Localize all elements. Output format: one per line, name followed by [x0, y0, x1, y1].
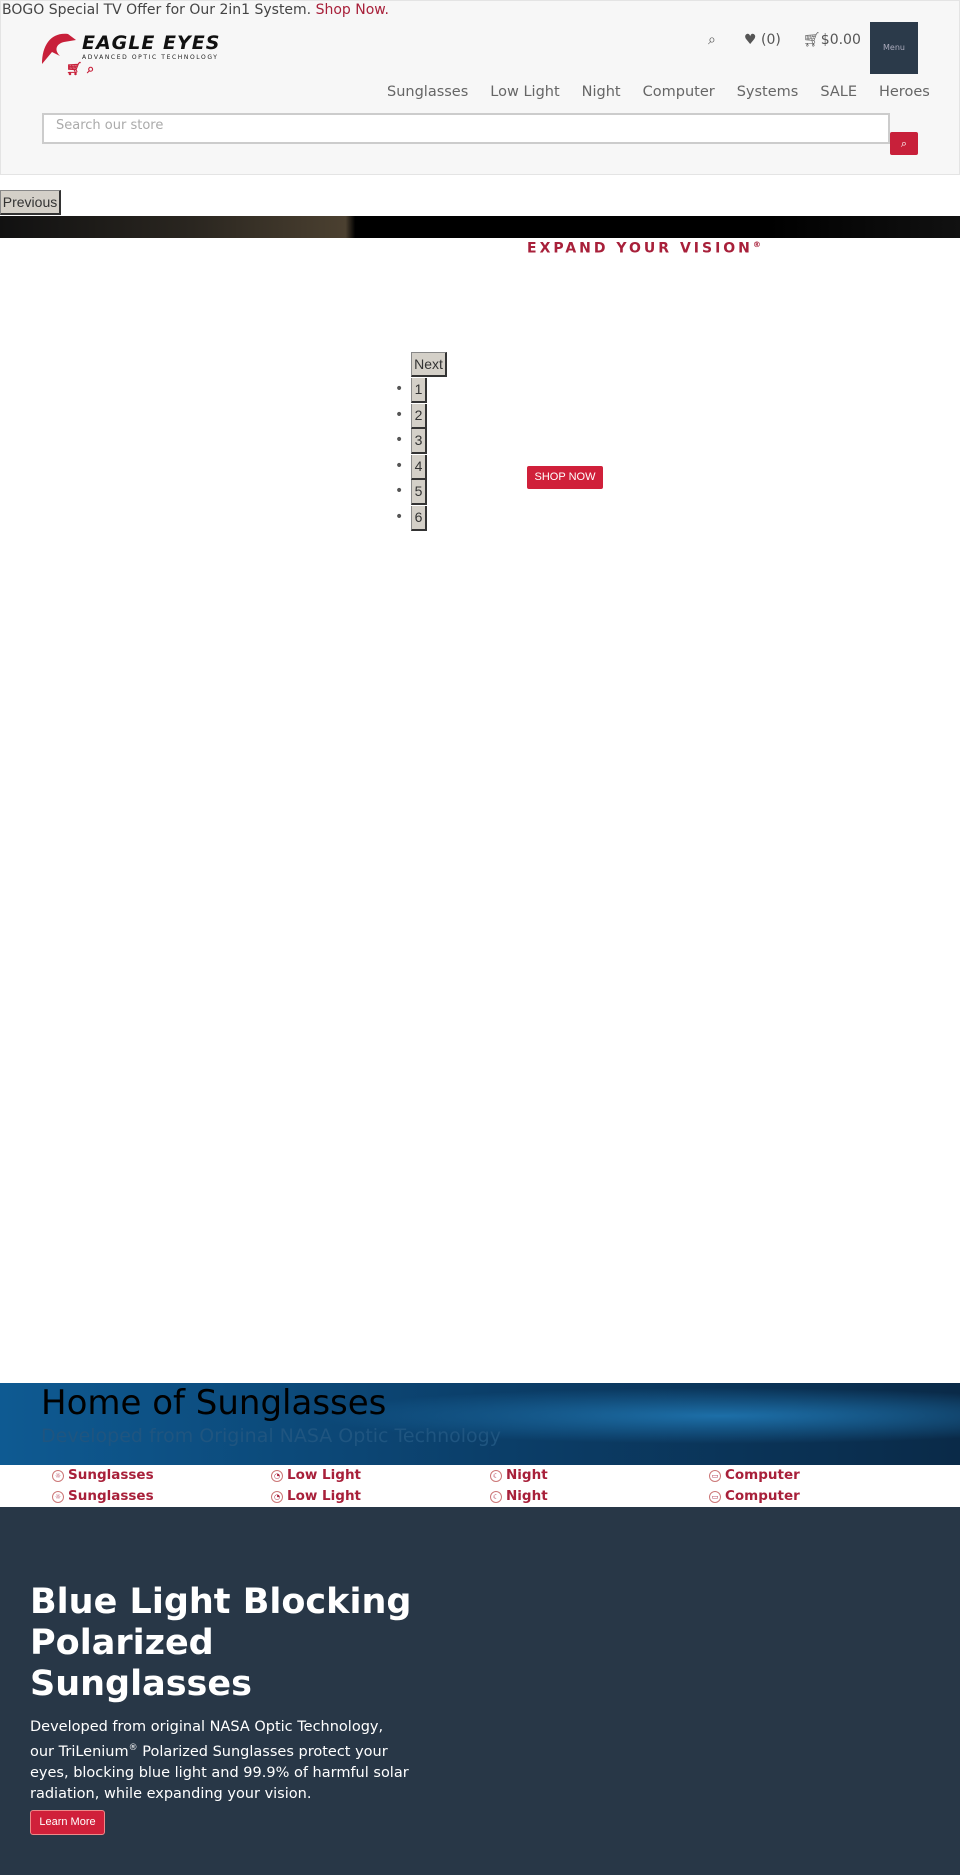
category-label: Night — [506, 1467, 548, 1483]
tagline-text: EXPAND YOUR VISION — [527, 240, 753, 257]
search-submit-button[interactable]: ⌕ — [890, 132, 918, 155]
category-label: Sunglasses — [68, 1467, 154, 1483]
logo-subtitle: ADVANCED OPTIC TECHNOLOGY — [82, 54, 219, 61]
slide-4-button[interactable]: 4 — [411, 454, 427, 480]
slider-previous-button[interactable]: Previous — [0, 190, 61, 215]
nav-heroes[interactable]: Heroes — [879, 84, 930, 100]
nav-low-light[interactable]: Low Light — [490, 84, 559, 100]
hero-banner: Home of Sunglasses Developed from Origin… — [0, 1383, 960, 1465]
main-nav: Sunglasses Low Light Night Computer Syst… — [387, 84, 930, 100]
search-icon: ⌕ — [900, 137, 908, 150]
promo-text: BOGO Special TV Offer for Our 2in1 Syste… — [2, 2, 312, 18]
slide-5-button[interactable]: 5 — [411, 480, 427, 505]
menu-button[interactable]: Menu — [870, 22, 918, 74]
category-sunglasses[interactable]: ☼ Sunglasses — [52, 1467, 154, 1483]
category-label: Low Light — [287, 1467, 362, 1483]
shop-now-button[interactable]: SHOP NOW — [527, 466, 603, 489]
nav-systems[interactable]: Systems — [737, 84, 799, 100]
category-label: Low Light — [287, 1488, 362, 1504]
category-night[interactable]: ☾ Night — [490, 1488, 548, 1504]
logo[interactable]: EAGLE EYES ADVANCED OPTIC TECHNOLOGY — [40, 30, 250, 66]
nav-sale[interactable]: SALE — [820, 84, 857, 100]
moon-icon: ☾ — [490, 1470, 502, 1482]
monitor-icon: ▭ — [709, 1470, 721, 1482]
slide-2-button[interactable]: 2 — [411, 403, 427, 429]
hero-subtitle: Developed from Original NASA Optic Techn… — [41, 1425, 501, 1447]
search-input[interactable]: Search our store — [42, 113, 890, 144]
category-links: ☼ Sunglasses ◔ Low Light ☾ Night ▭ Computer … — [0, 1465, 960, 1507]
slide-1-button[interactable]: 1 — [411, 378, 427, 403]
feature-title: Blue Light Blocking Polarized Sunglasses — [30, 1582, 412, 1704]
monitor-icon: ▭ — [709, 1491, 721, 1503]
registered-mark: ® — [752, 240, 761, 249]
moon-icon: ☾ — [490, 1491, 502, 1503]
feature-description: Developed from original NASA Optic Techn… — [30, 1717, 410, 1805]
learn-more-button[interactable]: Learn More — [30, 1810, 105, 1835]
low-light-icon: ◔ — [271, 1491, 283, 1503]
category-night[interactable]: ☾ Night — [490, 1467, 548, 1483]
feature-section: Blue Light Blocking Polarized Sunglasses… — [0, 1507, 960, 1875]
sun-icon: ☼ — [52, 1470, 64, 1482]
category-sunglasses[interactable]: ☼ Sunglasses — [52, 1488, 154, 1504]
registered-mark: ® — [128, 1743, 138, 1753]
nav-sunglasses[interactable]: Sunglasses — [387, 84, 468, 100]
category-label: Sunglasses — [68, 1488, 154, 1504]
promo-link[interactable]: Shop Now. — [316, 2, 389, 18]
nav-night[interactable]: Night — [582, 84, 621, 100]
slide-6-button[interactable]: 6 — [411, 505, 427, 531]
search-icon[interactable]: ⌕ — [708, 32, 716, 48]
eagle-logo-icon — [42, 33, 76, 64]
logo-text: EAGLE EYES — [82, 32, 221, 54]
cart-total: $0.00 — [820, 32, 861, 48]
heart-icon: ♥ — [744, 32, 757, 48]
mobile-icons: 🛒︎ ⌕ — [66, 62, 94, 77]
slider-next-button[interactable]: Next — [411, 352, 447, 377]
slide-image — [0, 216, 960, 238]
low-light-icon: ◔ — [271, 1470, 283, 1482]
wishlist-count: (0) — [761, 32, 781, 48]
cart-icon: 🛒︎ — [803, 32, 821, 48]
promo-bar: BOGO Special TV Offer for Our 2in1 Syste… — [2, 2, 389, 18]
cart-icon[interactable]: 🛒︎ — [66, 62, 83, 77]
category-label: Computer — [725, 1488, 800, 1504]
category-label: Night — [506, 1488, 548, 1504]
wishlist-button[interactable]: ♥ (0) — [744, 32, 781, 48]
category-label: Computer — [725, 1467, 800, 1483]
cart-button[interactable]: 🛒︎$0.00 — [803, 32, 861, 48]
slide-tagline: EXPAND YOUR VISION® — [527, 240, 761, 257]
category-computer[interactable]: ▭ Computer — [709, 1488, 800, 1504]
sun-icon: ☼ — [52, 1491, 64, 1503]
category-low-light[interactable]: ◔ Low Light — [271, 1488, 361, 1504]
slide-3-button[interactable]: 3 — [411, 429, 427, 454]
hero-title: Home of Sunglasses — [41, 1383, 387, 1423]
nav-computer[interactable]: Computer — [643, 84, 715, 100]
category-computer[interactable]: ▭ Computer — [709, 1467, 800, 1483]
search-icon[interactable]: ⌕ — [87, 62, 94, 77]
category-low-light[interactable]: ◔ Low Light — [271, 1467, 361, 1483]
